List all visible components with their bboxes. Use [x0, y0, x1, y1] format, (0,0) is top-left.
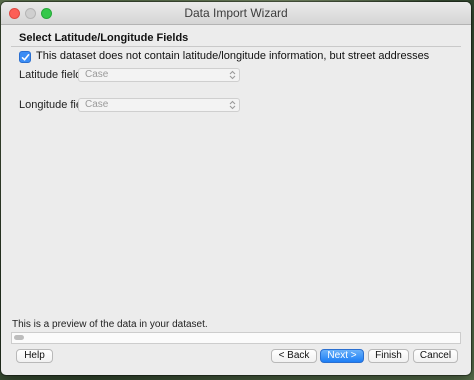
title-bar[interactable]: Data Import Wizard: [1, 2, 471, 25]
next-button[interactable]: Next >: [320, 349, 364, 363]
preview-scrollbar-thumb[interactable]: [14, 335, 24, 340]
cancel-button[interactable]: Cancel: [413, 349, 458, 363]
section-divider: [11, 46, 461, 47]
select-arrows-icon: [229, 100, 236, 110]
back-button[interactable]: < Back: [271, 349, 317, 363]
latitude-field-label: Latitude field: [19, 69, 82, 81]
section-title: Select Latitude/Longitude Fields: [19, 32, 189, 44]
longitude-field-select[interactable]: Case: [78, 98, 240, 112]
finish-button[interactable]: Finish: [368, 349, 409, 363]
street-address-checkbox-label[interactable]: This dataset does not contain latitude/l…: [36, 50, 429, 62]
data-preview-area[interactable]: [11, 332, 461, 344]
window-title: Data Import Wizard: [184, 6, 288, 20]
latitude-field-select[interactable]: Case: [78, 68, 240, 82]
preview-label: This is a preview of the data in your da…: [12, 319, 208, 330]
street-address-checkbox[interactable]: [19, 51, 31, 63]
longitude-field-value: Case: [85, 99, 109, 110]
checkmark-icon: [21, 54, 30, 61]
help-button[interactable]: Help: [16, 349, 53, 363]
select-arrows-icon: [229, 70, 236, 80]
latitude-field-value: Case: [85, 69, 109, 80]
data-import-wizard-window: Data Import Wizard Select Latitude/Longi…: [1, 2, 471, 375]
